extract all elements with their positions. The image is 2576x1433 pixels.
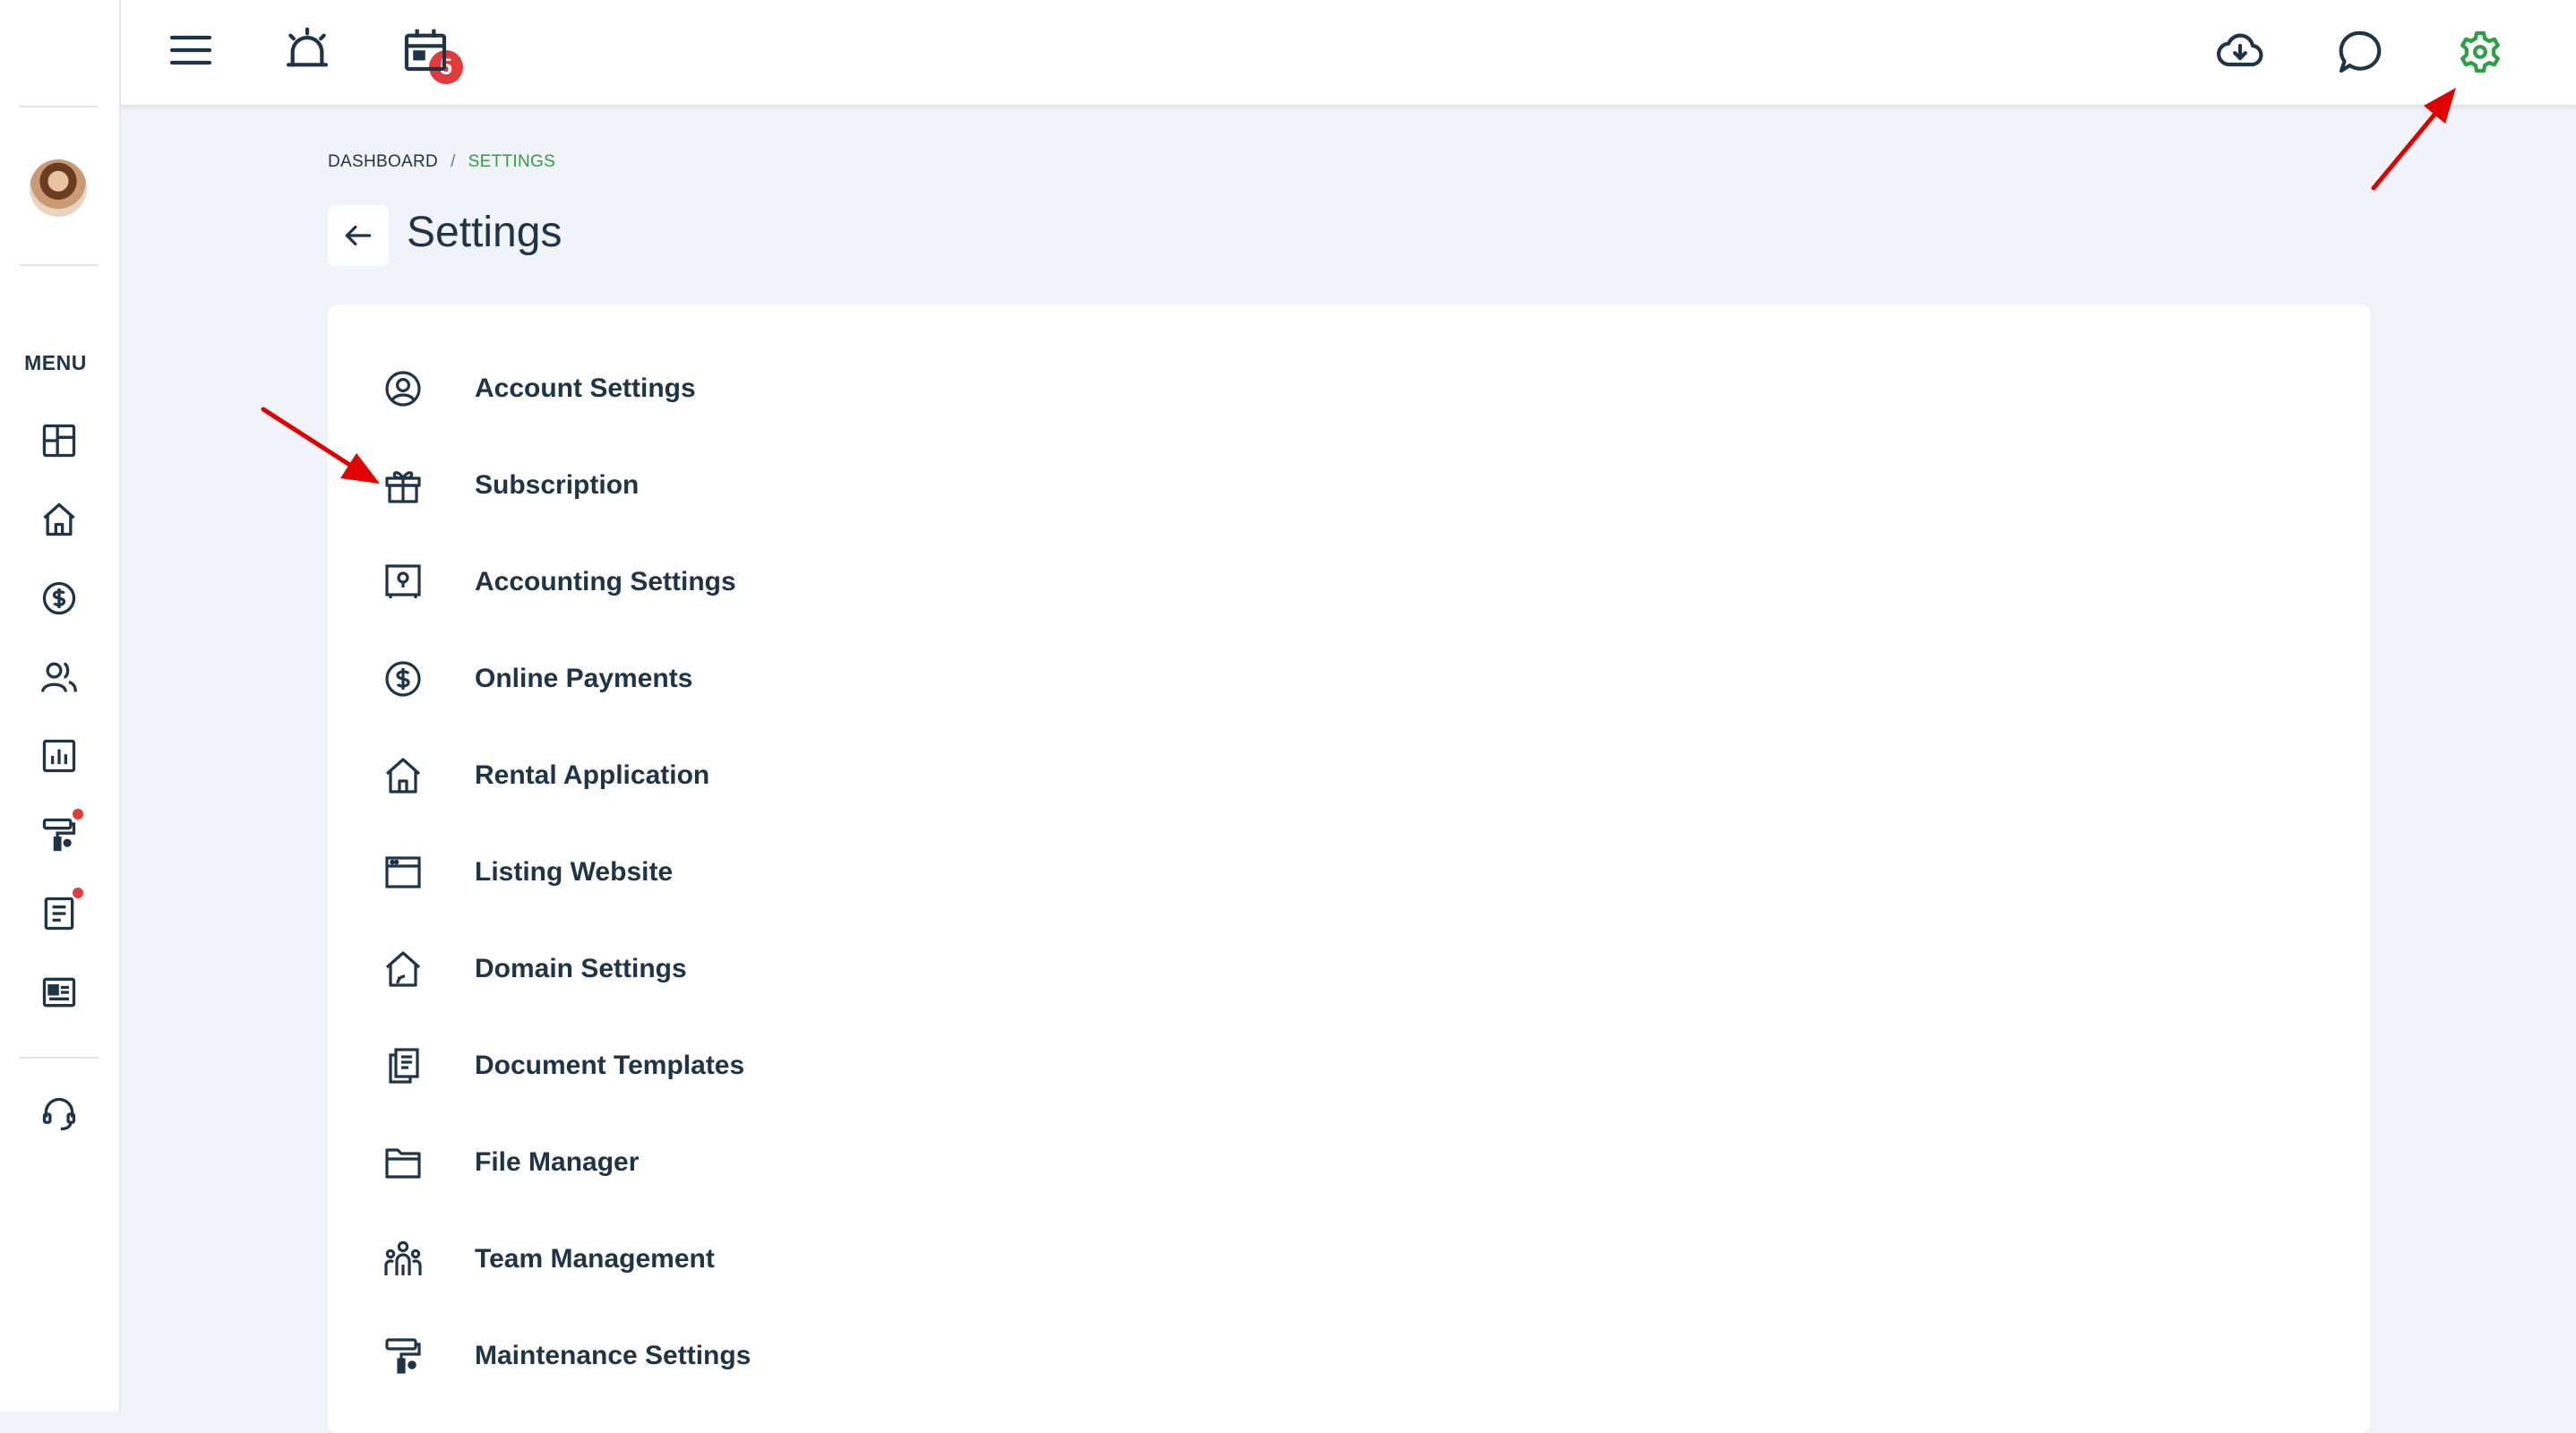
paint-roller-icon bbox=[382, 1334, 425, 1377]
settings-item-label: Accounting Settings bbox=[475, 567, 736, 596]
menu-label: MENU bbox=[24, 351, 87, 374]
team-icon bbox=[382, 1238, 425, 1281]
gear-icon[interactable] bbox=[2455, 27, 2505, 77]
settings-item-label: Document Templates bbox=[475, 1051, 745, 1080]
notification-dot bbox=[73, 809, 83, 819]
settings-item-label: Domain Settings bbox=[475, 954, 687, 983]
top-bar: 5 bbox=[121, 0, 2576, 107]
user-circle-icon bbox=[382, 367, 425, 410]
avatar[interactable] bbox=[30, 159, 87, 217]
notification-dot bbox=[73, 888, 83, 898]
dollar-circle-icon[interactable] bbox=[39, 579, 79, 618]
id-card-icon[interactable] bbox=[39, 973, 79, 1012]
settings-item-label: Account Settings bbox=[475, 373, 696, 403]
folder-icon bbox=[382, 1141, 425, 1184]
settings-item-domain[interactable]: Domain Settings bbox=[382, 938, 1009, 1000]
arrow-left-icon bbox=[341, 219, 375, 253]
settings-item-rental-application[interactable]: Rental Application bbox=[382, 744, 1009, 807]
sidebar: MENU bbox=[0, 0, 121, 1412]
settings-item-label: Rental Application bbox=[475, 760, 710, 790]
bar-chart-icon[interactable] bbox=[39, 736, 79, 776]
hamburger-menu-icon[interactable] bbox=[166, 25, 216, 75]
settings-item-label: Listing Website bbox=[475, 857, 674, 887]
sidebar-divider bbox=[20, 264, 99, 266]
settings-item-maintenance[interactable]: Maintenance Settings bbox=[382, 1325, 1009, 1387]
dashboard-icon[interactable] bbox=[39, 421, 79, 460]
settings-item-label: Subscription bbox=[475, 470, 640, 500]
breadcrumb-dashboard-link[interactable]: DASHBOARD bbox=[328, 152, 438, 171]
house-link-icon bbox=[382, 948, 425, 991]
settings-card: Account Settings Subscription Accounting… bbox=[328, 305, 2370, 1433]
settings-item-label: Online Payments bbox=[475, 664, 693, 693]
back-button[interactable] bbox=[328, 205, 389, 266]
settings-item-online-payments[interactable]: Online Payments bbox=[382, 648, 1009, 710]
settings-item-accounting[interactable]: Accounting Settings bbox=[382, 551, 1009, 614]
users-icon[interactable] bbox=[39, 657, 79, 697]
settings-item-label: Team Management bbox=[475, 1244, 715, 1274]
page-title: Settings bbox=[407, 209, 562, 256]
documents-icon bbox=[382, 1044, 425, 1087]
chat-bubble-icon[interactable] bbox=[2335, 27, 2385, 77]
settings-item-label: File Manager bbox=[475, 1147, 640, 1177]
paint-roller-icon[interactable] bbox=[39, 815, 79, 854]
settings-item-team-management[interactable]: Team Management bbox=[382, 1228, 1009, 1291]
browser-window-icon bbox=[382, 851, 425, 894]
settings-item-subscription[interactable]: Subscription bbox=[382, 454, 1009, 517]
settings-item-account[interactable]: Account Settings bbox=[382, 357, 1009, 420]
settings-item-label: Maintenance Settings bbox=[475, 1341, 751, 1370]
safe-icon bbox=[382, 561, 425, 604]
sidebar-divider bbox=[20, 1057, 99, 1059]
settings-item-document-templates[interactable]: Document Templates bbox=[382, 1034, 1009, 1097]
dollar-circle-icon bbox=[382, 657, 425, 700]
gift-icon bbox=[382, 464, 425, 507]
settings-item-listing-website[interactable]: Listing Website bbox=[382, 841, 1009, 904]
sidebar-divider bbox=[20, 106, 99, 107]
headset-icon[interactable] bbox=[39, 1094, 79, 1134]
calendar-icon[interactable] bbox=[400, 25, 451, 75]
document-icon[interactable] bbox=[39, 894, 79, 933]
cloud-download-icon[interactable] bbox=[2215, 27, 2265, 77]
breadcrumb-current: SETTINGS bbox=[468, 152, 556, 171]
breadcrumb-separator: / bbox=[451, 152, 456, 171]
alarm-bell-icon[interactable] bbox=[282, 25, 332, 75]
home-icon bbox=[382, 754, 425, 797]
breadcrumb: DASHBOARD / SETTINGS bbox=[328, 152, 555, 172]
home-icon[interactable] bbox=[39, 500, 79, 539]
settings-item-file-manager[interactable]: File Manager bbox=[382, 1131, 1009, 1194]
